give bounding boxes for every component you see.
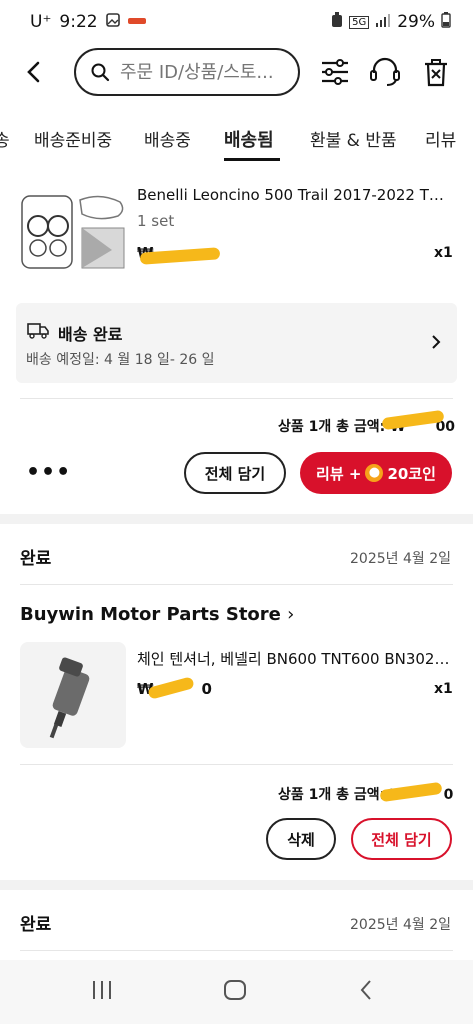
delivery-status-card[interactable]: 배송 완료 배송 예정일: 4 월 18 일- 26 일 [16,303,457,383]
active-tab-indicator [224,158,280,161]
order-date: 2025년 4월 2일 [350,551,451,567]
order-status-tabs: 송 배송준비중 배송중 배송됨 환불 & 반품 리뷰 [0,118,473,162]
carrier-label: U⁺ [30,12,52,32]
time-label: 9:22 [59,12,98,32]
gallery-icon [105,13,120,31]
order-total-suffix: 0 [443,787,454,803]
lock-battery-icon [331,12,343,32]
divider [20,584,453,585]
review-coins-label: 20코인 [387,464,436,483]
network-type-label: 5G [349,15,370,29]
product-thumbnail[interactable] [20,642,126,748]
store-name: Buywin Motor Parts Store [20,604,281,625]
tab-refund-return[interactable]: 환불 & 반품 [310,126,397,151]
more-options-icon[interactable]: ••• [26,460,71,485]
tab-shipping[interactable]: 배송중 [144,126,191,151]
product-title[interactable]: Benelli Leoncino 500 Trail 2017-2022 TRK… [137,186,451,204]
delivery-status-label: 배송 완료 [58,325,123,344]
search-input[interactable] [120,61,290,83]
chevron-right-icon [430,333,442,355]
section-gap [0,880,473,890]
product-quantity: x1 [434,245,453,261]
review-button[interactable]: 리뷰 + ● 20코인 [300,452,452,494]
tab-partial[interactable]: 송 [0,126,10,151]
chevron-right-icon: › [287,604,295,625]
order-status-title: 완료 [20,915,52,935]
battery-icon [441,12,451,32]
add-all-to-cart-button[interactable]: 전체 담기 [351,818,452,860]
recent-apps-icon[interactable] [90,978,114,1006]
back-nav-icon[interactable] [356,978,376,1006]
section-gap [0,514,473,524]
chevron-left-icon [27,61,40,83]
add-all-to-cart-button[interactable]: 전체 담기 [184,452,286,494]
divider [20,398,453,399]
customer-service-icon[interactable] [368,56,400,88]
app-notification-icon [127,15,146,30]
product-title[interactable]: 체인 텐셔너, 베넬리 BN600 TNT600 BN302 T... [137,648,451,669]
signal-icon [375,13,391,31]
search-icon [91,63,110,82]
tab-preparing[interactable]: 배송준비중 [34,126,112,151]
tab-delivered[interactable]: 배송됨 [224,126,274,152]
trash-icon[interactable] [422,56,454,88]
filter-icon[interactable] [320,56,352,88]
status-bar: U⁺ 9:22 5G 29% [0,0,473,44]
battery-percent: 29% [397,12,435,32]
divider [20,764,453,765]
product-thumbnail[interactable] [20,188,130,278]
delivery-estimate: 배송 예정일: 4 월 18 일- 26 일 [26,352,215,368]
order-status-title: 완료 [20,549,52,569]
product-quantity: x1 [434,681,453,697]
header [0,46,473,102]
home-icon[interactable] [222,978,248,1006]
order-date: 2025년 4월 2일 [350,917,451,933]
product-variant: 1 set [137,212,175,230]
tab-review[interactable]: 리뷰 [425,126,456,151]
review-button-label: 리뷰 + [316,464,362,483]
store-link[interactable]: Buywin Motor Parts Store › [20,604,294,625]
system-navigation-bar [0,960,473,1024]
divider [20,950,453,951]
back-button[interactable] [22,58,50,86]
search-bar[interactable] [74,48,300,96]
delete-order-button[interactable]: 삭제 [266,818,336,860]
coin-icon: ● [365,464,384,482]
truck-icon [27,321,49,343]
